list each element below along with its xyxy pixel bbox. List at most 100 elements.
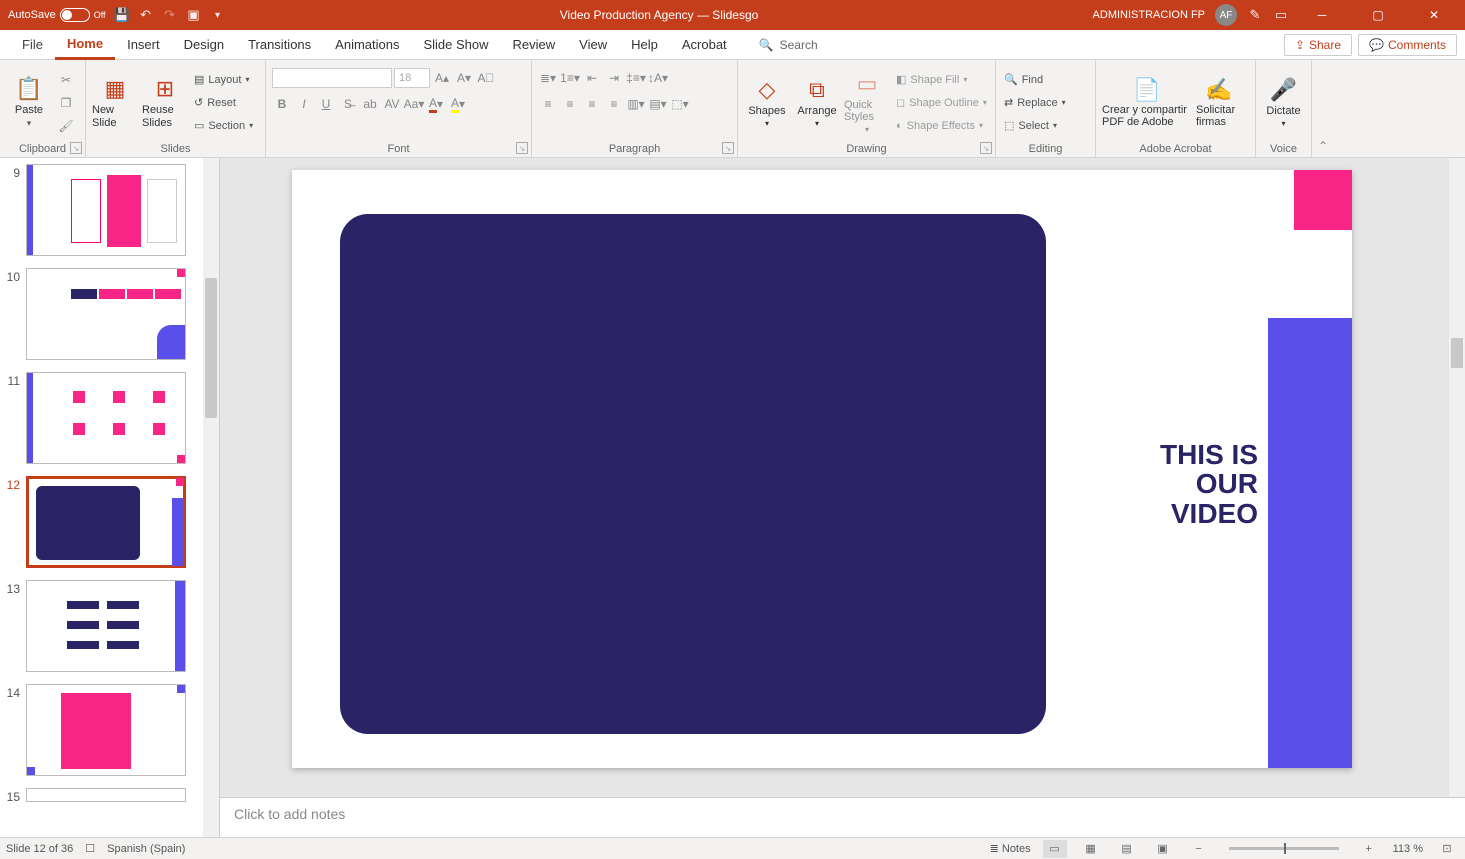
maximize-button[interactable]: ▢ — [1355, 0, 1401, 30]
tab-design[interactable]: Design — [172, 30, 236, 60]
thumb-13[interactable]: 13 — [0, 574, 219, 678]
align-center-icon[interactable]: ≡ — [560, 94, 580, 114]
paragraph-launcher[interactable]: ↘ — [722, 142, 734, 154]
thumb-14[interactable]: 14 — [0, 678, 219, 782]
strike-icon[interactable]: S̶ — [338, 94, 358, 114]
find-button[interactable]: 🔍Find — [1002, 70, 1068, 90]
grow-font-icon[interactable]: A▴ — [432, 68, 452, 88]
align-right-icon[interactable]: ≡ — [582, 94, 602, 114]
justify-icon[interactable]: ≡ — [604, 94, 624, 114]
tab-insert[interactable]: Insert — [115, 30, 172, 60]
redo-icon[interactable]: ↷ — [162, 7, 178, 23]
thumb-9[interactable]: 9 — [0, 158, 219, 262]
reuse-slides-button[interactable]: ⊞ Reuse Slides — [142, 68, 188, 138]
request-sign-button[interactable]: ✍Solicitar firmas — [1196, 68, 1242, 138]
thumb-11[interactable]: 11 — [0, 366, 219, 470]
select-button[interactable]: ⬚Select▾ — [1002, 116, 1068, 136]
tab-file[interactable]: File — [10, 30, 55, 60]
create-pdf-button[interactable]: 📄Crear y compartir PDF de Adobe — [1102, 68, 1192, 138]
save-icon[interactable]: 💾 — [114, 7, 130, 23]
tab-slideshow[interactable]: Slide Show — [411, 30, 500, 60]
highlight-icon[interactable]: A▾ — [448, 94, 468, 114]
reading-view-icon[interactable]: ▤ — [1115, 840, 1139, 858]
slide-title-text[interactable]: THIS IS OUR VIDEO — [1118, 440, 1258, 528]
font-name-combo[interactable] — [272, 68, 392, 88]
smartart-icon[interactable]: ⬚▾ — [670, 94, 690, 114]
italic-icon[interactable]: I — [294, 94, 314, 114]
align-text-icon[interactable]: ▤▾ — [648, 94, 668, 114]
layout-button[interactable]: ▤Layout▾ — [192, 70, 255, 90]
tab-review[interactable]: Review — [501, 30, 568, 60]
sorter-view-icon[interactable]: ▦ — [1079, 840, 1103, 858]
tab-animations[interactable]: Animations — [323, 30, 411, 60]
collapse-ribbon-button[interactable]: ⌃ — [1312, 60, 1334, 157]
zoom-level[interactable]: 113 % — [1393, 843, 1423, 855]
tab-transitions[interactable]: Transitions — [236, 30, 323, 60]
thumb-15[interactable]: 15 — [0, 782, 219, 802]
tab-home[interactable]: Home — [55, 30, 115, 60]
columns-icon[interactable]: ▥▾ — [626, 94, 646, 114]
drawing-launcher[interactable]: ↘ — [980, 142, 992, 154]
video-placeholder[interactable] — [340, 214, 1046, 734]
reset-button[interactable]: ↺Reset — [192, 93, 255, 113]
zoom-out-icon[interactable]: − — [1187, 840, 1211, 858]
thumb-10[interactable]: 10 — [0, 262, 219, 366]
slideshow-view-icon[interactable]: ▣ — [1151, 840, 1175, 858]
close-button[interactable]: ✕ — [1411, 0, 1457, 30]
change-case-icon[interactable]: Aa▾ — [404, 94, 424, 114]
coming-soon-icon[interactable]: ✎ — [1247, 7, 1263, 23]
slide-counter[interactable]: Slide 12 of 36 — [6, 843, 73, 855]
zoom-slider[interactable] — [1229, 847, 1339, 850]
present-from-start-icon[interactable]: ▣ — [186, 7, 202, 23]
section-button[interactable]: ▭Section▾ — [192, 116, 255, 136]
copy-icon[interactable]: ❐ — [56, 93, 76, 113]
tab-view[interactable]: View — [567, 30, 619, 60]
bold-icon[interactable]: B — [272, 94, 292, 114]
shapes-button[interactable]: ◇Shapes▾ — [744, 68, 790, 138]
numbering-icon[interactable]: 1≡▾ — [560, 68, 580, 88]
font-color-icon[interactable]: A▾ — [426, 94, 446, 114]
paste-button[interactable]: 📋 Paste ▾ — [6, 68, 52, 138]
editor-scrollbar[interactable] — [1449, 158, 1465, 797]
shadow-icon[interactable]: ab — [360, 94, 380, 114]
notes-pane[interactable]: Click to add notes — [220, 797, 1465, 837]
arrange-button[interactable]: ⧉Arrange▾ — [794, 68, 840, 138]
accessibility-icon[interactable]: ☐ — [85, 842, 95, 855]
underline-icon[interactable]: U — [316, 94, 336, 114]
replace-button[interactable]: ⇄Replace▾ — [1002, 93, 1068, 113]
tell-me-search[interactable]: 🔍 Search — [759, 38, 818, 52]
minimize-button[interactable]: ─ — [1299, 0, 1345, 30]
undo-icon[interactable]: ↶ — [138, 7, 154, 23]
font-launcher[interactable]: ↘ — [516, 142, 528, 154]
fit-window-icon[interactable]: ⊡ — [1435, 840, 1459, 858]
cut-icon[interactable]: ✂ — [56, 70, 76, 90]
line-spacing-icon[interactable]: ‡≡▾ — [626, 68, 646, 88]
slide-editor[interactable]: THIS IS OUR VIDEO ⬉ Click to add notes — [220, 158, 1465, 837]
thumbnails-scrollbar[interactable] — [203, 158, 219, 837]
shrink-font-icon[interactable]: A▾ — [454, 68, 474, 88]
thumb-12[interactable]: 12 — [0, 470, 219, 574]
format-painter-icon[interactable]: 🖌 — [56, 116, 76, 136]
notes-toggle[interactable]: ≣ Notes — [990, 842, 1031, 855]
font-size-combo[interactable]: 18 — [394, 68, 430, 88]
tab-help[interactable]: Help — [619, 30, 670, 60]
char-spacing-icon[interactable]: AV — [382, 94, 402, 114]
qat-customize-icon[interactable]: ▾ — [210, 7, 226, 23]
share-button[interactable]: ⇪Share — [1284, 34, 1352, 56]
tab-acrobat[interactable]: Acrobat — [670, 30, 739, 60]
autosave-control[interactable]: AutoSave Off — [8, 8, 106, 22]
new-slide-button[interactable]: ▦ New Slide — [92, 68, 138, 138]
indent-dec-icon[interactable]: ⇤ — [582, 68, 602, 88]
language-status[interactable]: Spanish (Spain) — [107, 843, 185, 855]
bullets-icon[interactable]: ≣▾ — [538, 68, 558, 88]
autosave-toggle[interactable] — [60, 8, 90, 22]
comments-button[interactable]: 💬Comments — [1358, 34, 1457, 56]
text-direction-icon[interactable]: ↕A▾ — [648, 68, 668, 88]
slide-canvas[interactable]: THIS IS OUR VIDEO — [292, 170, 1352, 768]
paste-dropdown-icon[interactable]: ▾ — [27, 118, 32, 129]
indent-inc-icon[interactable]: ⇥ — [604, 68, 624, 88]
zoom-in-icon[interactable]: + — [1357, 840, 1381, 858]
user-avatar[interactable]: AF — [1215, 4, 1237, 26]
clear-format-icon[interactable]: A⃠ — [476, 68, 496, 88]
align-left-icon[interactable]: ≡ — [538, 94, 558, 114]
